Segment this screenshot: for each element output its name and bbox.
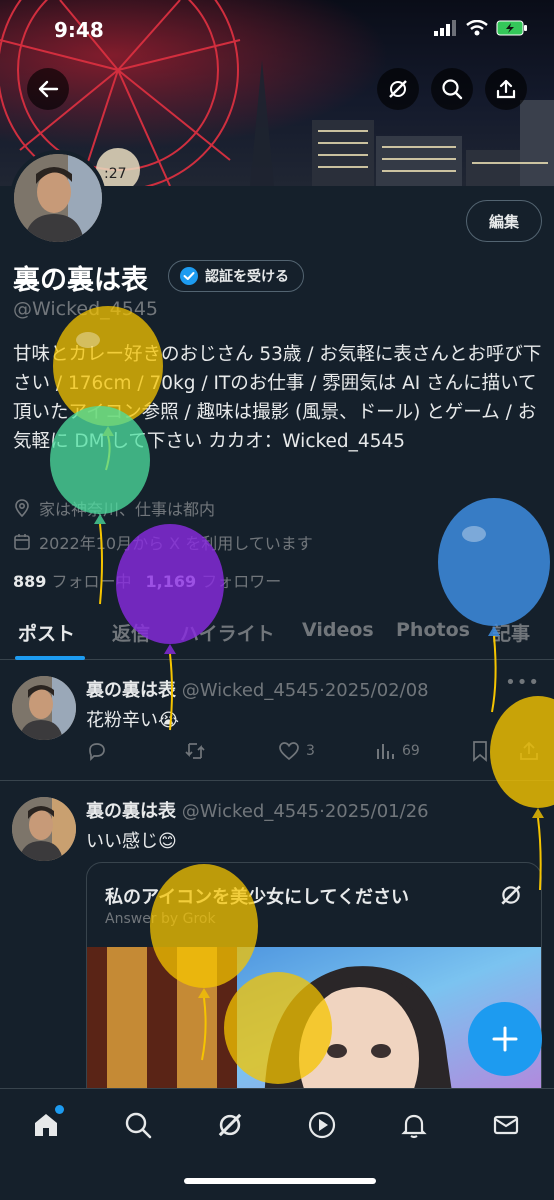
back-button[interactable] bbox=[27, 68, 69, 110]
profile-tabs: ポスト 返信 ハイライト Videos Photos 記事 bbox=[0, 606, 554, 660]
tab-articles[interactable]: 記事 bbox=[492, 619, 530, 646]
post-avatar[interactable] bbox=[12, 797, 76, 861]
post-author-name[interactable]: 裏の裏は表 bbox=[86, 801, 176, 822]
view-count: 69 bbox=[402, 743, 420, 759]
repost-icon bbox=[185, 743, 205, 759]
profile-avatar[interactable] bbox=[10, 150, 106, 246]
compose-button[interactable] bbox=[468, 1002, 542, 1076]
nav-home[interactable] bbox=[26, 1105, 66, 1145]
following-label: フォロー中 bbox=[51, 572, 132, 591]
search-icon bbox=[125, 1112, 152, 1139]
verified-badge-icon bbox=[180, 267, 198, 285]
search-icon bbox=[442, 79, 463, 100]
nav-notifications[interactable] bbox=[394, 1105, 434, 1145]
joined-row: 2022年10月から X を利用しています bbox=[13, 530, 313, 554]
wifi-icon bbox=[466, 20, 488, 36]
nav-grok[interactable] bbox=[210, 1105, 250, 1145]
compose-plus-icon bbox=[492, 1026, 518, 1052]
get-verified-label: 認証を受ける bbox=[205, 269, 289, 285]
share-button[interactable] bbox=[485, 68, 527, 110]
following-link[interactable]: 889 フォロー中 bbox=[13, 568, 132, 592]
signal-icon bbox=[434, 20, 456, 36]
home-notification-dot bbox=[55, 1105, 64, 1114]
tab-replies[interactable]: 返信 bbox=[112, 619, 150, 646]
post-author-name[interactable]: 裏の裏は表 bbox=[86, 680, 176, 701]
messages-icon bbox=[493, 1115, 519, 1135]
grok-button[interactable] bbox=[377, 68, 419, 110]
location-text: 家は神奈川、仕事は都内 bbox=[39, 500, 216, 519]
location-row: 家は神奈川、仕事は都内 bbox=[13, 496, 215, 520]
nav-messages[interactable] bbox=[486, 1105, 526, 1145]
reply-icon bbox=[89, 743, 105, 762]
post-text: いい感じ😊 bbox=[86, 831, 177, 852]
calendar-icon bbox=[14, 534, 30, 550]
home-indicator[interactable] bbox=[184, 1178, 376, 1184]
nav-search[interactable] bbox=[118, 1105, 158, 1145]
card-title: 私のアイコンを美少女にしてください bbox=[105, 887, 410, 908]
tab-photos[interactable]: Photos bbox=[396, 619, 470, 641]
post-avatar[interactable] bbox=[12, 676, 76, 740]
post-header: 裏の裏は表 @Wicked_4545·2025/01/26 bbox=[86, 801, 429, 822]
bookmark-button[interactable] bbox=[470, 740, 490, 762]
tab-highlights[interactable]: ハイライト bbox=[180, 619, 275, 646]
back-arrow-icon bbox=[38, 80, 59, 98]
video-icon bbox=[308, 1111, 336, 1139]
followers-count: 1,169 bbox=[145, 572, 197, 591]
heart-icon bbox=[279, 742, 299, 761]
grok-icon bbox=[389, 80, 407, 98]
grok-icon bbox=[218, 1113, 242, 1137]
status-bar: 9:48 bbox=[0, 0, 554, 60]
tab-posts[interactable]: ポスト bbox=[18, 619, 75, 646]
profile-bio: 甘味とカレー好きのおじさん 53歳 / お気軽に表さんとお呼び下さい / 176… bbox=[13, 344, 542, 452]
like-button[interactable]: 3 bbox=[278, 740, 315, 762]
bookmark-icon bbox=[473, 741, 487, 762]
repost-button[interactable] bbox=[184, 740, 206, 762]
post-header: 裏の裏は表 @Wicked_4545·2025/02/08 bbox=[86, 680, 429, 701]
notifications-icon bbox=[401, 1114, 427, 1139]
tab-videos[interactable]: Videos bbox=[302, 619, 374, 641]
views-chart-icon bbox=[377, 744, 394, 759]
joined-text: 2022年10月から X を利用しています bbox=[39, 534, 313, 553]
status-time: 9:48 bbox=[54, 18, 104, 42]
reply-button[interactable] bbox=[86, 740, 108, 762]
followers-link[interactable]: 1,169 フォロワー bbox=[146, 568, 282, 592]
views-button[interactable]: 69 bbox=[374, 740, 420, 762]
display-name: 裏の裏は表 bbox=[13, 265, 148, 296]
post-date[interactable]: 2025/02/08 bbox=[325, 680, 429, 701]
followers-label: フォロワー bbox=[201, 572, 282, 591]
location-pin-icon bbox=[15, 499, 29, 517]
post-date[interactable]: 2025/01/26 bbox=[325, 801, 429, 822]
grok-answer-card[interactable]: 私のアイコンを美少女にしてください Answer by Grok bbox=[86, 862, 542, 1122]
post-actions: 3 69 bbox=[86, 740, 546, 764]
share-icon bbox=[496, 79, 516, 99]
post-author-handle[interactable]: @Wicked_4545 bbox=[182, 801, 319, 822]
like-count: 3 bbox=[306, 743, 315, 759]
profile-handle: @Wicked_4545 bbox=[13, 298, 159, 320]
post-item[interactable]: 裏の裏は表 @Wicked_4545·2025/02/08 ••• 花粉辛い😭 … bbox=[0, 660, 554, 780]
home-icon bbox=[35, 1114, 57, 1136]
edit-profile-button[interactable]: 編集 bbox=[466, 200, 542, 242]
following-count: 889 bbox=[13, 572, 47, 591]
search-button[interactable] bbox=[431, 68, 473, 110]
grok-icon bbox=[501, 885, 521, 905]
get-verified-button[interactable]: 認証を受ける bbox=[168, 260, 304, 292]
nav-video[interactable] bbox=[302, 1105, 342, 1145]
battery-icon bbox=[496, 20, 527, 36]
follow-stats: 889 フォロー中 1,169 フォロワー bbox=[13, 568, 281, 592]
post-more-icon[interactable]: ••• bbox=[505, 672, 540, 693]
post-text: 花粉辛い😭 bbox=[86, 710, 180, 731]
share-icon bbox=[520, 741, 538, 760]
card-subtitle: Answer by Grok bbox=[105, 911, 216, 927]
svg-text::27: :27 bbox=[104, 166, 127, 182]
post-author-handle[interactable]: @Wicked_4545 bbox=[182, 680, 319, 701]
status-icons bbox=[434, 20, 528, 36]
post-share-button[interactable] bbox=[518, 740, 540, 762]
